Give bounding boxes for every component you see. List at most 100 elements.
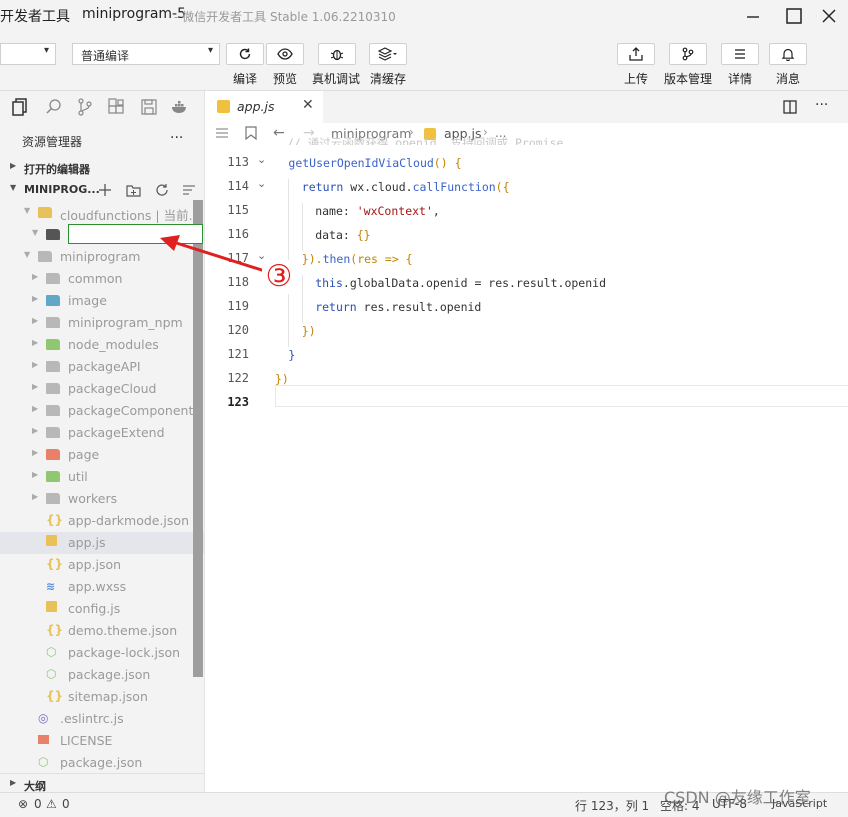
new-folder-icon[interactable]	[126, 183, 141, 197]
tree-item-label: sitemap.json	[68, 689, 148, 704]
compile-mode-select[interactable]: 普通编译 ▾	[72, 43, 220, 65]
tree-item-label: package.json	[60, 755, 143, 770]
chevron-right-icon: ▶	[32, 360, 39, 369]
split-editor-icon[interactable]	[783, 100, 797, 114]
cursor-position[interactable]: 行 123，列 1	[575, 797, 649, 814]
tree-item[interactable]: ▶ workers	[0, 488, 204, 510]
warning-count[interactable]: 0	[62, 797, 70, 811]
minimize-button[interactable]	[740, 4, 766, 28]
folder-icon	[46, 427, 60, 438]
mode-select[interactable]: ▾	[0, 43, 56, 65]
fold-chevron-icon[interactable]: ⌄	[257, 177, 266, 190]
new-file-icon[interactable]	[98, 183, 112, 197]
folder-open-icon	[46, 229, 60, 240]
tree-item[interactable]: {} demo.theme.json	[0, 620, 204, 642]
tree-item-label: app.wxss	[68, 579, 127, 594]
code-editor: app.js ✕ ··· ← → miniprogram › app.js › …	[204, 91, 848, 792]
outline-section[interactable]: ▶ 大纲	[0, 773, 204, 794]
tree-item[interactable]: LICENSE	[0, 730, 204, 752]
details-label: 详情	[728, 72, 753, 86]
tree-item[interactable]: {} app.json	[0, 554, 204, 576]
project-section-label: MINIPROG...	[24, 183, 100, 196]
tree-item[interactable]: ▶ node_modules	[0, 334, 204, 356]
refresh-explorer-icon[interactable]	[155, 183, 169, 197]
more-actions-icon[interactable]: ···	[815, 97, 828, 113]
details-button[interactable]	[721, 43, 759, 65]
preview-button[interactable]	[266, 43, 304, 65]
upload-button[interactable]	[617, 43, 655, 65]
chevron-right-icon: ▶	[32, 338, 39, 347]
code-line: this.globalData.openid = res.result.open…	[315, 276, 606, 290]
open-editors-section[interactable]: ▶ 打开的编辑器	[0, 158, 204, 178]
tree-item[interactable]: ⬡ package.json	[0, 752, 204, 774]
tree-item[interactable]: ▶ packageExtend	[0, 422, 204, 444]
tree-item-label: miniprogram_npm	[68, 315, 183, 330]
version-manage-button[interactable]	[669, 43, 707, 65]
collapse-all-icon[interactable]	[182, 183, 196, 197]
docker-icon[interactable]	[171, 98, 189, 116]
project-section[interactable]: ▼ MINIPROG...	[0, 180, 204, 200]
remote-debug-button[interactable]	[318, 43, 356, 65]
tab-app-js[interactable]: app.js ✕	[205, 91, 323, 123]
clear-cache-button[interactable]	[369, 43, 407, 65]
chevron-right-icon: ▶	[32, 316, 39, 325]
extensions-icon[interactable]	[107, 98, 125, 116]
tree-item[interactable]: {} sitemap.json	[0, 686, 204, 708]
json-file-icon: {}	[46, 623, 64, 637]
tree-item[interactable]: ▼ cloudfunctions | 当前...	[0, 202, 204, 224]
tree-item[interactable]: app.js	[0, 532, 204, 554]
preview-label: 预览	[273, 72, 298, 86]
app-name: 开发者工具	[0, 9, 70, 25]
code-line: }).then(res => {	[301, 252, 413, 266]
chevron-right-icon: ▶	[32, 382, 39, 391]
search-icon[interactable]	[45, 98, 63, 116]
tree-item-label: page	[68, 447, 100, 462]
close-window-button[interactable]	[816, 4, 842, 28]
back-arrow-icon[interactable]: ←	[273, 125, 285, 141]
menu-icon	[735, 49, 745, 59]
explorer-title: 资源管理器	[22, 135, 83, 149]
explorer-more-button[interactable]: ···	[170, 130, 183, 146]
bell-icon	[781, 48, 795, 61]
error-icon: ⊗	[18, 797, 29, 811]
tree-item-label: packageCloud	[68, 381, 157, 396]
tree-item[interactable]: {} app-darkmode.json	[0, 510, 204, 532]
compile-button[interactable]	[226, 43, 264, 65]
tree-item[interactable]: ▶ packageCloud	[0, 378, 204, 400]
bookmark-icon[interactable]	[245, 126, 257, 140]
files-icon[interactable]	[12, 98, 30, 116]
fold-chevron-icon[interactable]: ⌄	[257, 153, 266, 166]
error-count[interactable]: 0	[34, 797, 42, 811]
folder-icon	[46, 449, 60, 460]
tree-item[interactable]: ◎ .eslintrc.js	[0, 708, 204, 730]
tree-item[interactable]: ▶ packageComponent	[0, 400, 204, 422]
folder-icon	[46, 471, 60, 482]
list-icon[interactable]	[215, 127, 229, 139]
save-icon[interactable]	[140, 98, 158, 116]
compile-mode-value: 普通编译	[81, 49, 130, 63]
tree-item[interactable]: ⬡ package.json	[0, 664, 204, 686]
tree-item-label: LICENSE	[60, 733, 113, 748]
chevron-down-icon: ▼	[24, 206, 31, 215]
maximize-icon	[786, 8, 802, 24]
npm-file-icon: ⬡	[38, 755, 49, 769]
tree-item[interactable]: ▶ miniprogram_npm	[0, 312, 204, 334]
caret-down-icon: ▾	[43, 45, 49, 56]
messages-button[interactable]	[769, 43, 807, 65]
tree-item[interactable]: ≋ app.wxss	[0, 576, 204, 598]
annotation-step-label: ③	[262, 260, 296, 294]
title-bar: 开发者工具 miniprogram-5 - 微信开发者工具 Stable 1.0…	[0, 0, 848, 32]
tree-item-label: cloudfunctions | 当前...	[60, 208, 201, 223]
tree-item-label: common	[68, 271, 123, 286]
source-control-icon[interactable]	[76, 98, 94, 116]
tree-item[interactable]: config.js	[0, 598, 204, 620]
close-tab-icon[interactable]: ✕	[302, 97, 314, 113]
license-file-icon	[38, 733, 49, 747]
tree-item[interactable]: ▶ page	[0, 444, 204, 466]
folder-icon	[46, 295, 60, 306]
folder-icon	[46, 383, 60, 394]
maximize-button[interactable]	[781, 4, 807, 28]
tree-item[interactable]: ▶ packageAPI	[0, 356, 204, 378]
tree-item[interactable]: ▶ util	[0, 466, 204, 488]
tree-item[interactable]: ⬡ package-lock.json	[0, 642, 204, 664]
